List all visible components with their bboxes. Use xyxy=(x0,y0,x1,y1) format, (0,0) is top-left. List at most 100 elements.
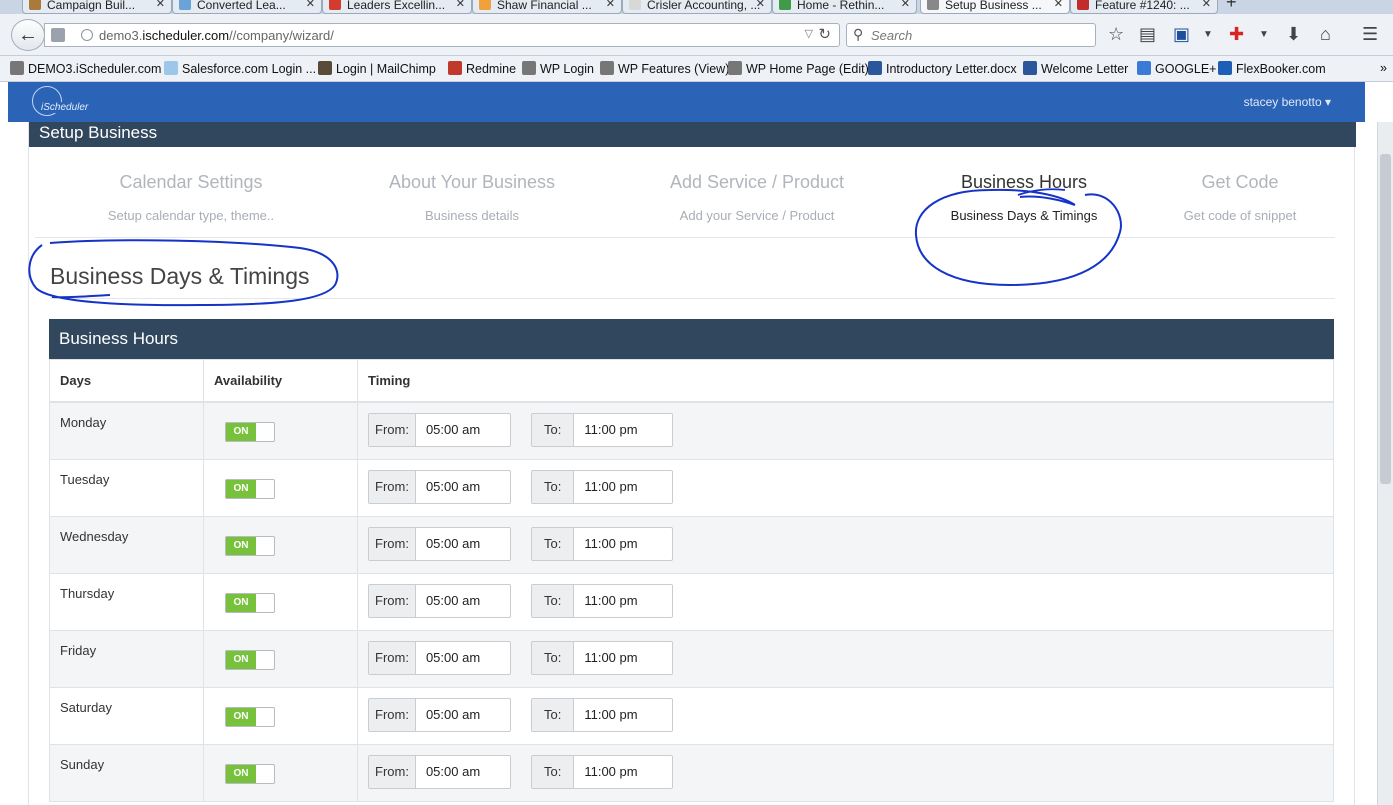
to-time-input[interactable]: 11:00 pm xyxy=(574,641,648,674)
from-time-group: From: 05:00 am xyxy=(368,469,511,504)
scrollbar-thumb[interactable] xyxy=(1380,154,1391,484)
timing-group: From: 05:00 am To: 11:00 pm xyxy=(368,640,1323,675)
browser-tab-active[interactable]: Setup Business ... ✕ xyxy=(920,0,1070,14)
close-icon[interactable]: ✕ xyxy=(306,0,315,10)
browser-tab[interactable]: Shaw Financial ... ✕ xyxy=(472,0,622,14)
bookmark-item[interactable]: GOOGLE+ xyxy=(1137,61,1216,76)
browser-tab[interactable]: Leaders Excellin... ✕ xyxy=(322,0,472,14)
reading-list-icon[interactable]: ▤ xyxy=(1139,24,1156,45)
browser-tab[interactable]: Feature #1240: ... ✕ xyxy=(1070,0,1218,14)
page-scrollbar[interactable] xyxy=(1377,122,1393,805)
reload-icon[interactable]: ↻ xyxy=(818,25,831,43)
close-icon[interactable]: ✕ xyxy=(606,0,615,10)
user-name: stacey benotto xyxy=(1243,95,1322,109)
bookmark-item[interactable]: WP Login xyxy=(522,61,594,76)
new-tab-button[interactable]: + xyxy=(1226,0,1237,13)
from-time-input[interactable]: 05:00 am xyxy=(415,584,491,617)
column-header-timing: Timing xyxy=(357,359,1334,403)
from-label: From: xyxy=(369,755,416,788)
tab-favicon-icon xyxy=(329,0,341,10)
search-placeholder: Search xyxy=(871,28,913,43)
close-icon[interactable]: ✕ xyxy=(1054,0,1063,10)
bookmark-item[interactable]: WP Home Page (Edit) xyxy=(728,61,869,76)
from-time-input[interactable]: 05:00 am xyxy=(415,698,491,731)
table-row: Tuesday ON From: 05:00 am To: 11:00 pm xyxy=(49,458,1334,517)
from-time-input[interactable]: 05:00 am xyxy=(415,413,491,446)
home-icon[interactable]: ⌂ xyxy=(1320,24,1331,45)
availability-toggle[interactable]: ON xyxy=(225,478,275,499)
tab-title: Setup Business ... xyxy=(945,0,1042,12)
wizard-step-add-service[interactable]: Add Service / Product Add your Service /… xyxy=(637,172,877,223)
availability-toggle[interactable]: ON xyxy=(225,421,275,442)
from-time-group: From: 05:00 am xyxy=(368,526,511,561)
search-box[interactable]: ⚲ Search xyxy=(846,23,1096,47)
back-button[interactable]: ← xyxy=(11,19,45,51)
browser-tab[interactable]: Home - Rethin... ✕ xyxy=(772,0,917,14)
from-time-input[interactable]: 05:00 am xyxy=(415,641,491,674)
table-row: Monday ON From: 05:00 am To: 11:00 pm xyxy=(49,401,1334,460)
wizard-step-get-code[interactable]: Get Code Get code of snippet xyxy=(1120,172,1360,223)
browser-tab[interactable]: Converted Lea... ✕ xyxy=(172,0,322,14)
toggle-status: ON xyxy=(226,650,256,669)
availability-toggle[interactable]: ON xyxy=(225,649,275,670)
bookmark-item[interactable]: Redmine xyxy=(448,61,516,76)
to-time-input[interactable]: 11:00 pm xyxy=(574,698,648,731)
to-time-input[interactable]: 11:00 pm xyxy=(574,470,648,503)
to-time-input[interactable]: 11:00 pm xyxy=(574,755,648,788)
bookmark-star-icon[interactable]: ☆ xyxy=(1108,24,1124,45)
table-row: Wednesday ON From: 05:00 am To: 11:00 pm xyxy=(49,515,1334,574)
bookmarks-overflow-icon[interactable]: » xyxy=(1380,61,1387,75)
addon-icon[interactable]: ✚ xyxy=(1229,24,1244,45)
bookmark-label: DEMO3.iScheduler.com xyxy=(28,62,162,76)
availability-toggle[interactable]: ON xyxy=(225,706,275,727)
download-icon[interactable]: ⬇ xyxy=(1286,24,1301,45)
from-time-input[interactable]: 05:00 am xyxy=(415,527,491,560)
close-icon[interactable]: ✕ xyxy=(156,0,165,10)
bookmark-item[interactable]: WP Features (View) xyxy=(600,61,729,76)
close-icon[interactable]: ✕ xyxy=(1202,0,1211,10)
wizard-step-business-hours[interactable]: Business Hours Business Days & Timings xyxy=(904,172,1144,223)
bookmark-label: GOOGLE+ xyxy=(1155,62,1217,76)
from-time-input[interactable]: 05:00 am xyxy=(415,470,491,503)
wizard-step-about-business[interactable]: About Your Business Business details xyxy=(352,172,592,223)
bookmark-label: Login | MailChimp xyxy=(336,62,436,76)
to-time-input[interactable]: 11:00 pm xyxy=(574,584,648,617)
to-time-input[interactable]: 11:00 pm xyxy=(574,527,648,560)
to-time-input[interactable]: 11:00 pm xyxy=(574,413,648,446)
save-icon[interactable]: ▣ xyxy=(1173,24,1190,45)
bookmark-item[interactable]: FlexBooker.com xyxy=(1218,61,1326,76)
bookmark-item[interactable]: Welcome Letter xyxy=(1023,61,1128,76)
close-icon[interactable]: ✕ xyxy=(456,0,465,10)
timing-cell: From: 05:00 am To: 11:00 pm xyxy=(357,572,1334,631)
bookmark-item[interactable]: Introductory Letter.docx xyxy=(868,61,1017,76)
bookmark-item[interactable]: DEMO3.iScheduler.com xyxy=(10,61,161,76)
bookmark-item[interactable]: Login | MailChimp xyxy=(318,61,436,76)
toggle-status: ON xyxy=(226,593,256,612)
dropdown-icon[interactable]: ▼ xyxy=(1259,29,1269,40)
availability-cell: ON xyxy=(203,686,358,745)
wizard-step-calendar-settings[interactable]: Calendar Settings Setup calendar type, t… xyxy=(71,172,311,223)
address-bar[interactable]: demo3.ischeduler.com//company/wizard/ ▽ … xyxy=(44,23,840,47)
app-logo[interactable]: iScheduler xyxy=(32,86,92,116)
availability-cell: ON xyxy=(203,401,358,460)
from-time-input[interactable]: 05:00 am xyxy=(415,755,491,788)
dropdown-icon[interactable]: ▼ xyxy=(1203,29,1213,40)
from-time-group: From: 05:00 am xyxy=(368,697,511,732)
close-icon[interactable]: ✕ xyxy=(901,0,910,10)
availability-toggle[interactable]: ON xyxy=(225,763,275,784)
bookmark-label: FlexBooker.com xyxy=(1236,62,1326,76)
bookmark-favicon-icon xyxy=(318,61,332,75)
browser-tab[interactable]: Campaign Buil... ✕ xyxy=(22,0,172,14)
url-dropdown-icon[interactable]: ▽ xyxy=(805,27,813,40)
user-menu[interactable]: stacey benotto ▾ xyxy=(1244,95,1331,109)
menu-icon[interactable]: ☰ xyxy=(1362,24,1378,45)
close-icon[interactable]: ✕ xyxy=(756,0,765,10)
availability-toggle[interactable]: ON xyxy=(225,535,275,556)
bookmark-item[interactable]: Salesforce.com Login ... xyxy=(164,61,316,76)
timing-cell: From: 05:00 am To: 11:00 pm xyxy=(357,686,1334,745)
availability-toggle[interactable]: ON xyxy=(225,592,275,613)
browser-tab[interactable]: Crisler Accounting, ... ✕ xyxy=(622,0,772,14)
timing-cell: From: 05:00 am To: 11:00 pm xyxy=(357,458,1334,517)
timing-group: From: 05:00 am To: 11:00 pm xyxy=(368,412,1323,447)
step-title: Calendar Settings xyxy=(119,172,263,192)
